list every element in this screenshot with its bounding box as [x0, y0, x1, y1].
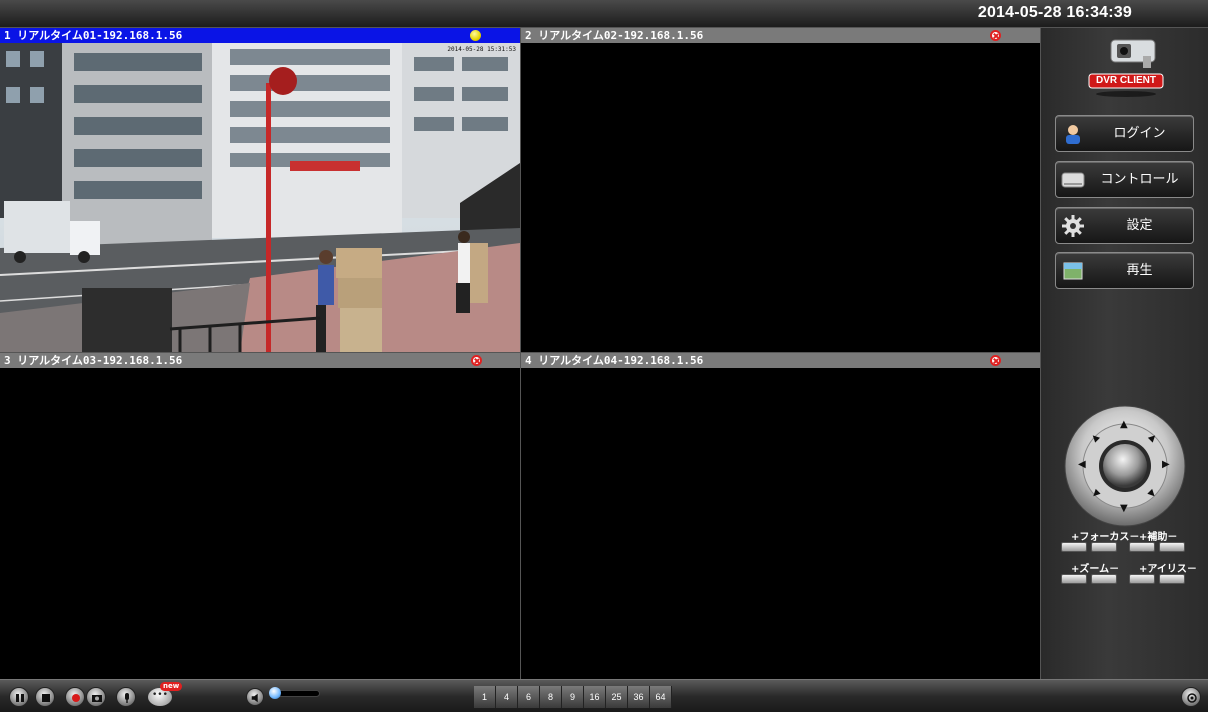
- user-icon: [1066, 125, 1080, 144]
- channel-label: 3 リアルタイム03-192.168.1.56: [4, 354, 183, 367]
- camera-feed-2: [521, 43, 1040, 353]
- connected-status-icon: [470, 30, 481, 41]
- record-button[interactable]: [65, 687, 85, 707]
- channel-tile-1[interactable]: 1 リアルタイム01-192.168.1.56 2014-05-28 15:31…: [0, 28, 520, 353]
- split-4-button[interactable]: 4: [496, 686, 518, 708]
- split-36-button[interactable]: 36: [628, 686, 650, 708]
- channel-header: 2 リアルタイム02-192.168.1.56: [521, 28, 1040, 43]
- split-64-button[interactable]: 64: [650, 686, 672, 708]
- grid-divider-horizontal: [0, 352, 1040, 353]
- channel-label: 2 リアルタイム02-192.168.1.56: [525, 29, 704, 42]
- video-grid: 1 リアルタイム01-192.168.1.56 2014-05-28 15:31…: [0, 28, 1040, 679]
- street-scene-image: [0, 43, 520, 353]
- channel-header: 1 リアルタイム01-192.168.1.56: [0, 28, 520, 43]
- stop-button[interactable]: [35, 687, 55, 707]
- arrow-right-icon[interactable]: ▶: [1162, 459, 1170, 470]
- split-6-button[interactable]: 6: [518, 686, 540, 708]
- fullscreen-button[interactable]: [1181, 687, 1201, 707]
- volume-button[interactable]: [246, 688, 264, 706]
- split-1-button[interactable]: 1: [474, 686, 496, 708]
- control-sidebar: DVR CLIENT ログイン コントロール 設定 再生 ▲ ▼ ◀ ▶ ▲ ▲…: [1040, 28, 1208, 679]
- split-25-button[interactable]: 25: [606, 686, 628, 708]
- settings-button[interactable]: 設定: [1055, 207, 1194, 244]
- camera-feed-4: [521, 368, 1040, 679]
- channel-header: 3 リアルタイム03-192.168.1.56: [0, 353, 520, 368]
- grid-divider-vertical: [520, 28, 521, 679]
- login-button[interactable]: ログイン: [1055, 115, 1194, 152]
- title-bar: 2014-05-28 16:34:39: [0, 0, 1208, 28]
- camera-timestamp-overlay: 2014-05-28 15:31:53: [447, 46, 516, 53]
- disconnected-status-icon: [990, 30, 1001, 41]
- camera-icon: [92, 695, 102, 702]
- chat-icon: •••: [152, 690, 168, 700]
- playback-label: 再生: [1126, 263, 1153, 278]
- datetime-display: 2014-05-28 16:34:39: [977, 4, 1132, 21]
- microphone-icon: [125, 693, 129, 703]
- aux-minus-button[interactable]: [1159, 542, 1185, 552]
- channel-label: 1 リアルタイム01-192.168.1.56: [4, 29, 183, 42]
- arrow-down-icon[interactable]: ▼: [1120, 503, 1128, 514]
- channel-header: 4 リアルタイム04-192.168.1.56: [521, 353, 1040, 368]
- iris-label: +アイリス－: [1139, 564, 1197, 575]
- microphone-button[interactable]: [116, 687, 136, 707]
- split-8-button[interactable]: 8: [540, 686, 562, 708]
- device-icon: [1061, 172, 1085, 188]
- split-layout-selector: 1 4 6 8 9 16 25 36 64: [474, 686, 672, 708]
- channel-label: 4 リアルタイム04-192.168.1.56: [525, 354, 704, 367]
- login-label: ログイン: [1113, 126, 1166, 141]
- settings-label: 設定: [1126, 218, 1153, 233]
- record-icon: [72, 694, 80, 702]
- speaker-icon: [251, 693, 258, 703]
- snapshot-button[interactable]: [86, 687, 106, 707]
- focus-plus-button[interactable]: [1061, 542, 1087, 552]
- control-label: コントロール: [1100, 172, 1179, 187]
- new-badge: new: [160, 682, 183, 691]
- channel-tile-2[interactable]: 2 リアルタイム02-192.168.1.56: [521, 28, 1040, 353]
- iris-plus-button[interactable]: [1129, 574, 1155, 584]
- security-camera-icon: [1088, 39, 1164, 97]
- dvr-client-logo: DVR CLIENT: [1085, 34, 1167, 100]
- disconnected-status-icon: [990, 355, 1001, 366]
- arrow-up-icon[interactable]: ▲: [1120, 419, 1128, 430]
- iris-minus-button[interactable]: [1159, 574, 1185, 584]
- focus-minus-button[interactable]: [1091, 542, 1117, 552]
- channel-tile-3[interactable]: 3 リアルタイム03-192.168.1.56: [0, 353, 520, 679]
- pause-button[interactable]: [9, 687, 29, 707]
- pause-icon: [16, 694, 24, 702]
- focus-label: +フォーカス－: [1071, 532, 1140, 543]
- aux-label: +補助－: [1139, 532, 1178, 543]
- zoom-minus-button[interactable]: [1091, 574, 1117, 584]
- camera-feed-1: 2014-05-28 15:31:53: [0, 43, 520, 353]
- ptz-direction-pad[interactable]: ▲ ▼ ◀ ▶ ▲ ▲ ▼ ▼: [1064, 405, 1186, 527]
- split-16-button[interactable]: 16: [584, 686, 606, 708]
- fullscreen-icon: [1187, 693, 1197, 703]
- gear-icon: [1062, 215, 1084, 237]
- disconnected-status-icon: [471, 355, 482, 366]
- logo-text: DVR CLIENT: [1096, 75, 1156, 86]
- camera-feed-3: [0, 368, 520, 679]
- bottom-toolbar: ••• new 1 4 6 8 9 16 25 36 64: [0, 679, 1208, 712]
- stop-icon: [42, 694, 50, 702]
- arrow-left-icon[interactable]: ◀: [1078, 459, 1086, 470]
- film-icon: [1063, 262, 1083, 280]
- zoom-label: +ズーム－: [1071, 564, 1120, 575]
- control-button[interactable]: コントロール: [1055, 161, 1194, 198]
- zoom-plus-button[interactable]: [1061, 574, 1087, 584]
- aux-plus-button[interactable]: [1129, 542, 1155, 552]
- playback-button[interactable]: 再生: [1055, 252, 1194, 289]
- channel-tile-4[interactable]: 4 リアルタイム04-192.168.1.56: [521, 353, 1040, 679]
- split-9-button[interactable]: 9: [562, 686, 584, 708]
